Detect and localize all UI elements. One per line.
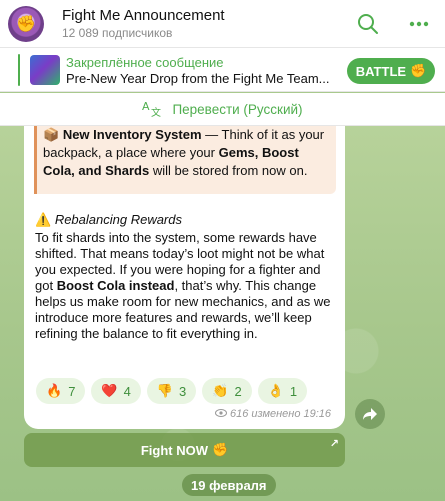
- reaction-clap[interactable]: 👏 2: [202, 378, 252, 404]
- more-options-icon[interactable]: [405, 10, 433, 38]
- translate-label: Перевести (Русский): [172, 101, 303, 117]
- reaction-heart[interactable]: ❤️ 4: [91, 378, 141, 404]
- channel-avatar[interactable]: ✊: [8, 6, 44, 42]
- view-count: 616: [230, 408, 249, 420]
- chat-header: ✊ Fight Me Announcement 12 089 подписчик…: [0, 0, 445, 48]
- quote-heading: New Inventory System: [62, 127, 202, 142]
- battle-button[interactable]: BATTLE ✊: [347, 58, 435, 84]
- channel-title[interactable]: Fight Me Announcement: [62, 7, 225, 24]
- search-icon[interactable]: [354, 10, 382, 38]
- message-meta: 616 изменено 19:16: [215, 408, 331, 420]
- reaction-count: 2: [234, 383, 242, 399]
- heart-icon: ❤️: [101, 383, 118, 398]
- pinned-indicator: [18, 54, 20, 86]
- fight-now-label: Fight NOW: [140, 442, 208, 458]
- battle-button-label: BATTLE: [355, 63, 407, 79]
- body-bold: Boost Cola instead: [56, 278, 175, 293]
- reaction-ok[interactable]: 👌 1: [257, 378, 308, 404]
- message-bubble: 📦 New Inventory System — Think of it as …: [24, 126, 345, 429]
- svg-text:文: 文: [151, 106, 161, 117]
- pinned-text: Pre-New Year Drop from the Fight Me Team…: [66, 71, 330, 86]
- reaction-count: 7: [68, 383, 76, 399]
- external-link-icon: ↗: [329, 438, 339, 450]
- fire-icon: 🔥: [46, 383, 63, 398]
- translate-icon: A文: [142, 99, 162, 120]
- pinned-label: Закреплённое сообщение: [66, 55, 224, 70]
- share-arrow-icon: [363, 408, 377, 420]
- quote-block: 📦 New Inventory System — Think of it as …: [34, 126, 336, 194]
- fight-now-button[interactable]: Fight NOW ✊ ↗: [24, 433, 345, 467]
- ok-hand-icon: 👌: [267, 383, 284, 398]
- reaction-fire[interactable]: 🔥 7: [36, 378, 86, 404]
- date-separator: 19 февраля: [182, 474, 276, 496]
- package-icon: 📦: [43, 127, 60, 142]
- edited-label: изменено: [251, 408, 301, 420]
- clap-icon: 👏: [212, 383, 229, 398]
- fist-icon: ✊: [410, 63, 427, 78]
- reaction-count: 3: [179, 383, 187, 399]
- share-button[interactable]: [355, 399, 385, 429]
- warning-icon: ⚠️: [35, 212, 52, 227]
- fist-icon: ✊: [211, 442, 229, 457]
- message-text: ⚠️ Rebalancing Rewards To fit shards int…: [35, 212, 335, 342]
- views-icon: [215, 408, 227, 420]
- reaction-count: 4: [123, 383, 131, 399]
- quote-text-2: will be stored from now on.: [149, 163, 308, 178]
- translate-bar[interactable]: A文 Перевести (Русский): [0, 93, 445, 126]
- pinned-thumbnail: [30, 55, 60, 85]
- reaction-thumbs-down[interactable]: 👎 3: [146, 378, 197, 404]
- subscriber-count: 12 089 подписчиков: [62, 26, 173, 40]
- svg-text:A: A: [142, 100, 150, 113]
- message-time: 19:16: [303, 408, 331, 420]
- section-title: Rebalancing Rewards: [54, 212, 182, 227]
- reactions-row: 🔥 7 ❤️ 4 👎 3 👏 2 👌 1: [36, 378, 308, 404]
- thumbs-down-icon: 👎: [156, 383, 174, 398]
- reaction-count: 1: [289, 383, 298, 399]
